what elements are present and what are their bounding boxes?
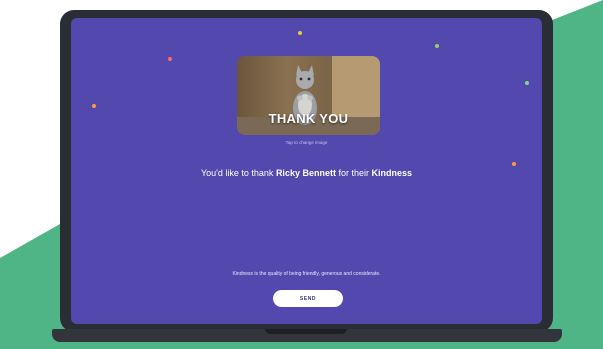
value-name: Kindness [371, 168, 412, 178]
confetti-dot [512, 162, 516, 166]
confetti-dot [298, 31, 302, 35]
laptop-base-notch [265, 329, 347, 334]
value-definition: Kindness is the quality of being friendl… [232, 271, 381, 277]
thank-you-image-card[interactable]: THANK YOU [237, 56, 380, 135]
confetti-dot [525, 81, 529, 85]
message-prefix: You'd like to thank [200, 168, 276, 178]
confetti-dot [435, 44, 439, 48]
tap-to-change-hint[interactable]: Tap to change image [71, 140, 542, 145]
confetti-dot [168, 57, 172, 61]
message-middle: for their [335, 168, 372, 178]
confetti-dot [92, 104, 96, 108]
send-button[interactable]: SEND [273, 290, 343, 307]
app-screen: THANK YOU Tap to change image You'd like… [71, 18, 542, 324]
recipient-name: Ricky Bennett [275, 168, 336, 178]
thank-message: You'd like to thank Ricky Bennett for th… [71, 168, 542, 178]
card-title: THANK YOU [268, 111, 349, 126]
